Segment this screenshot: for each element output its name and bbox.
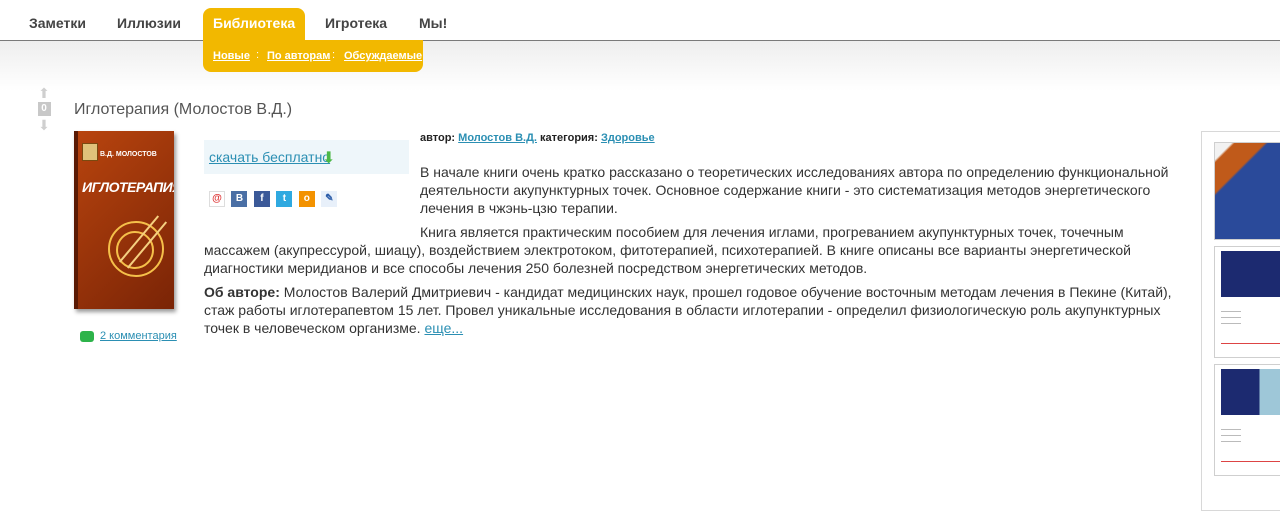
about-author-label: Об авторе: (204, 284, 280, 300)
preview-text-line (1221, 441, 1241, 442)
preview-thumbnail[interactable] (1214, 246, 1280, 358)
cover-author: В.Д. МОЛОСТОВ (100, 151, 157, 158)
preview-text-line (1221, 435, 1241, 436)
comments-link[interactable]: 2 комментария (100, 330, 177, 342)
vote-count: 0 (37, 102, 51, 116)
cover-title: ИГЛОТЕРАПИЯ (82, 179, 174, 195)
book-title: Иглотерапия (Молостов В.Д.) (74, 101, 293, 118)
meta-category-link[interactable]: Здоровье (601, 132, 655, 144)
preview-divider (1221, 343, 1280, 344)
meta-author-label: автор: (420, 132, 456, 144)
subnav-separator: : (256, 49, 260, 61)
preview-page-image (1221, 369, 1280, 415)
vote-up-icon[interactable]: ⬆ (36, 86, 52, 100)
nav-item-notes[interactable]: Заметки (29, 8, 86, 38)
preview-text-line (1221, 429, 1241, 430)
book-cover-image[interactable]: В.Д. МОЛОСТОВ ИГЛОТЕРАПИЯ (74, 131, 174, 309)
book-description: В начале книги очень кратко рассказано о… (204, 163, 1184, 343)
nav-item-illusions[interactable]: Иллюзии (117, 8, 181, 38)
top-navigation: Заметки Иллюзии Библиотека Игротека Мы! (0, 0, 1280, 41)
vote-widget: ⬆ 0 ⬇ (36, 86, 52, 132)
book-meta: автор: Молостов В.Д. категория: Здоровье (420, 132, 655, 144)
header-gradient-band (0, 41, 1280, 91)
nav-item-games[interactable]: Игротека (325, 8, 387, 38)
cover-swirl-icon (116, 231, 154, 269)
preview-thumbnail[interactable] (1214, 364, 1280, 476)
preview-thumbnail[interactable] (1214, 142, 1280, 240)
subnav-discussed-link[interactable]: Обсуждаемые (344, 50, 422, 62)
preview-text-line (1221, 323, 1241, 324)
description-about-author: Об авторе: Молостов Валерий Дмитриевич -… (204, 283, 1184, 337)
preview-thumbnails (1201, 131, 1280, 511)
preview-text-line (1221, 311, 1241, 312)
meta-category-label: категория: (540, 132, 598, 144)
subnav-new-link[interactable]: Новые (213, 50, 250, 62)
meta-author-link[interactable]: Молостов В.Д. (458, 132, 537, 144)
subnav-separator: : (332, 49, 336, 61)
subnav-by-authors-link[interactable]: По авторам (267, 50, 330, 62)
cover-emblem-icon (82, 143, 98, 161)
preview-divider (1221, 461, 1280, 462)
read-more-link[interactable]: еще... (424, 320, 463, 336)
preview-page-image (1221, 251, 1280, 297)
nav-item-library[interactable]: Библиотека (203, 8, 306, 40)
nav-item-about-us[interactable]: Мы! (419, 8, 447, 38)
vote-down-icon[interactable]: ⬇ (36, 118, 52, 132)
description-paragraph-2: Книга является практическим пособием для… (204, 224, 1132, 276)
about-author-text: Молостов Валерий Дмитриевич - кандидат м… (204, 284, 1172, 336)
description-paragraph-1: В начале книги очень кратко рассказано о… (420, 164, 1169, 216)
comment-icon (80, 330, 94, 342)
comments-link-wrap: 2 комментария (80, 330, 177, 342)
library-subnav: Новые : По авторам : Обсуждаемые (203, 40, 423, 72)
preview-text-line (1221, 317, 1241, 318)
